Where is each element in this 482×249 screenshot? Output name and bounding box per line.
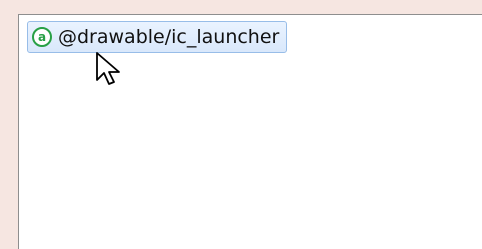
suggestion-list-panel[interactable]: a @drawable/ic_launcher <box>18 14 482 249</box>
suggestion-label: @drawable/ic_launcher <box>58 26 280 48</box>
attribute-value-icon: a <box>32 27 52 47</box>
suggestion-item-drawable-ic-launcher[interactable]: a @drawable/ic_launcher <box>27 21 288 53</box>
arrow-pointer-icon <box>96 52 120 85</box>
